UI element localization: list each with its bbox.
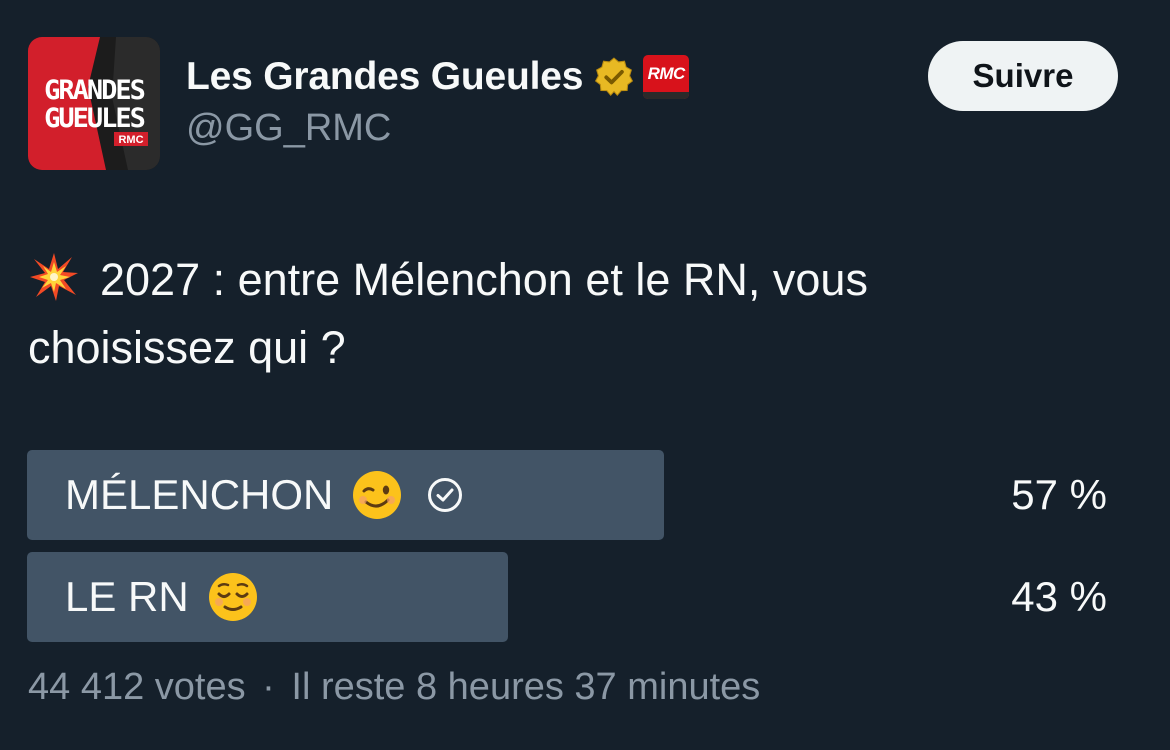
follow-button[interactable]: Suivre <box>928 41 1118 111</box>
poll-option-percent: 57 % <box>1011 471 1107 518</box>
svg-text:RMC: RMC <box>118 134 143 146</box>
avatar-logo-icon: GRANDES GUEULES RMC <box>28 37 160 170</box>
avatar[interactable]: GRANDES GUEULES RMC <box>28 37 160 170</box>
svg-text:GUEULES: GUEULES <box>44 103 145 134</box>
tweet-body: 2027 : entre Mélenchon et le RN, vous ch… <box>28 254 868 373</box>
poll-option-rn: LE RN 43 % <box>27 552 1107 642</box>
display-name[interactable]: Les Grandes Gueules <box>186 55 583 99</box>
poll-vote-count: 44 412 votes <box>28 666 246 708</box>
poll-option-label-row: LE RN <box>65 552 259 642</box>
account-handle[interactable]: @GG_RMC <box>186 107 689 150</box>
svg-text:GRANDES: GRANDES <box>44 75 145 106</box>
poll-option-percent: 43 % <box>1011 573 1107 620</box>
poll-option-melenchon: MÉLENCHON 57 % <box>27 450 1107 540</box>
winking-face-emoji-icon <box>353 471 402 519</box>
poll-option-label-row: MÉLENCHON <box>65 450 463 540</box>
poll: MÉLENCHON 57 % LE RN 43 % <box>27 450 1107 654</box>
poll-option-label: LE RN <box>65 573 189 620</box>
selected-check-icon <box>428 478 463 512</box>
tweet-text: 2027 : entre Mélenchon et le RN, vous ch… <box>28 246 1028 382</box>
poll-time-left: Il reste 8 heures 37 minutes <box>291 666 761 708</box>
tweet-header: GRANDES GUEULES RMC Les Grandes Gueules … <box>28 37 1118 171</box>
affiliate-badge-label: RMC <box>647 64 686 83</box>
relieved-face-emoji-icon <box>208 573 257 621</box>
account-names: Les Grandes Gueules RMC @GG_RMC <box>186 53 690 150</box>
gold-verified-badge-icon[interactable] <box>593 56 635 98</box>
poll-meta: 44 412 votes · Il reste 8 heures 37 minu… <box>28 666 760 709</box>
poll-meta-separator: · <box>262 666 275 708</box>
affiliate-badge[interactable]: RMC <box>643 55 690 99</box>
collision-emoji-icon <box>30 253 78 301</box>
poll-option-label: MÉLENCHON <box>65 471 334 518</box>
display-name-row: Les Grandes Gueules RMC <box>186 53 690 101</box>
